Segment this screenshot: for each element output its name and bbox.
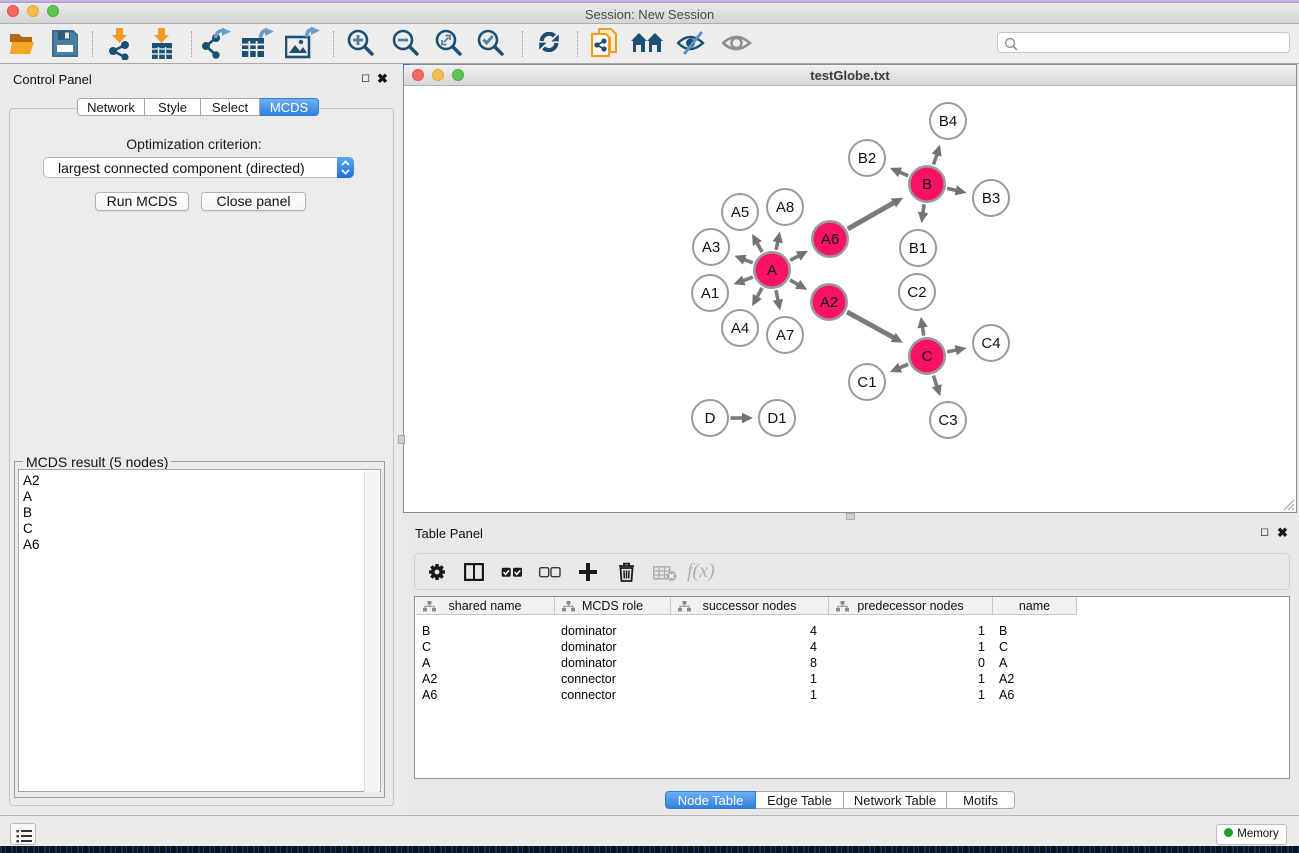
- svg-text:A8: A8: [776, 199, 794, 216]
- svg-text:A2: A2: [820, 294, 838, 311]
- svg-text:B2: B2: [858, 150, 876, 167]
- svg-text:C1: C1: [857, 374, 876, 391]
- svg-text:A4: A4: [731, 320, 749, 337]
- svg-text:A3: A3: [702, 239, 720, 256]
- svg-text:B1: B1: [909, 240, 927, 257]
- svg-text:A7: A7: [776, 327, 794, 344]
- svg-text:D1: D1: [767, 410, 786, 427]
- svg-text:A: A: [767, 262, 777, 279]
- svg-text:A1: A1: [701, 285, 719, 302]
- svg-text:B4: B4: [939, 113, 957, 130]
- svg-text:C4: C4: [981, 335, 1000, 352]
- svg-text:C2: C2: [907, 284, 926, 301]
- svg-text:D: D: [705, 410, 716, 427]
- svg-text:C: C: [922, 348, 933, 365]
- svg-text:C3: C3: [938, 412, 957, 429]
- svg-text:A6: A6: [821, 231, 839, 248]
- svg-text:A5: A5: [731, 204, 749, 221]
- svg-text:B: B: [922, 176, 932, 193]
- svg-text:B3: B3: [982, 190, 1000, 207]
